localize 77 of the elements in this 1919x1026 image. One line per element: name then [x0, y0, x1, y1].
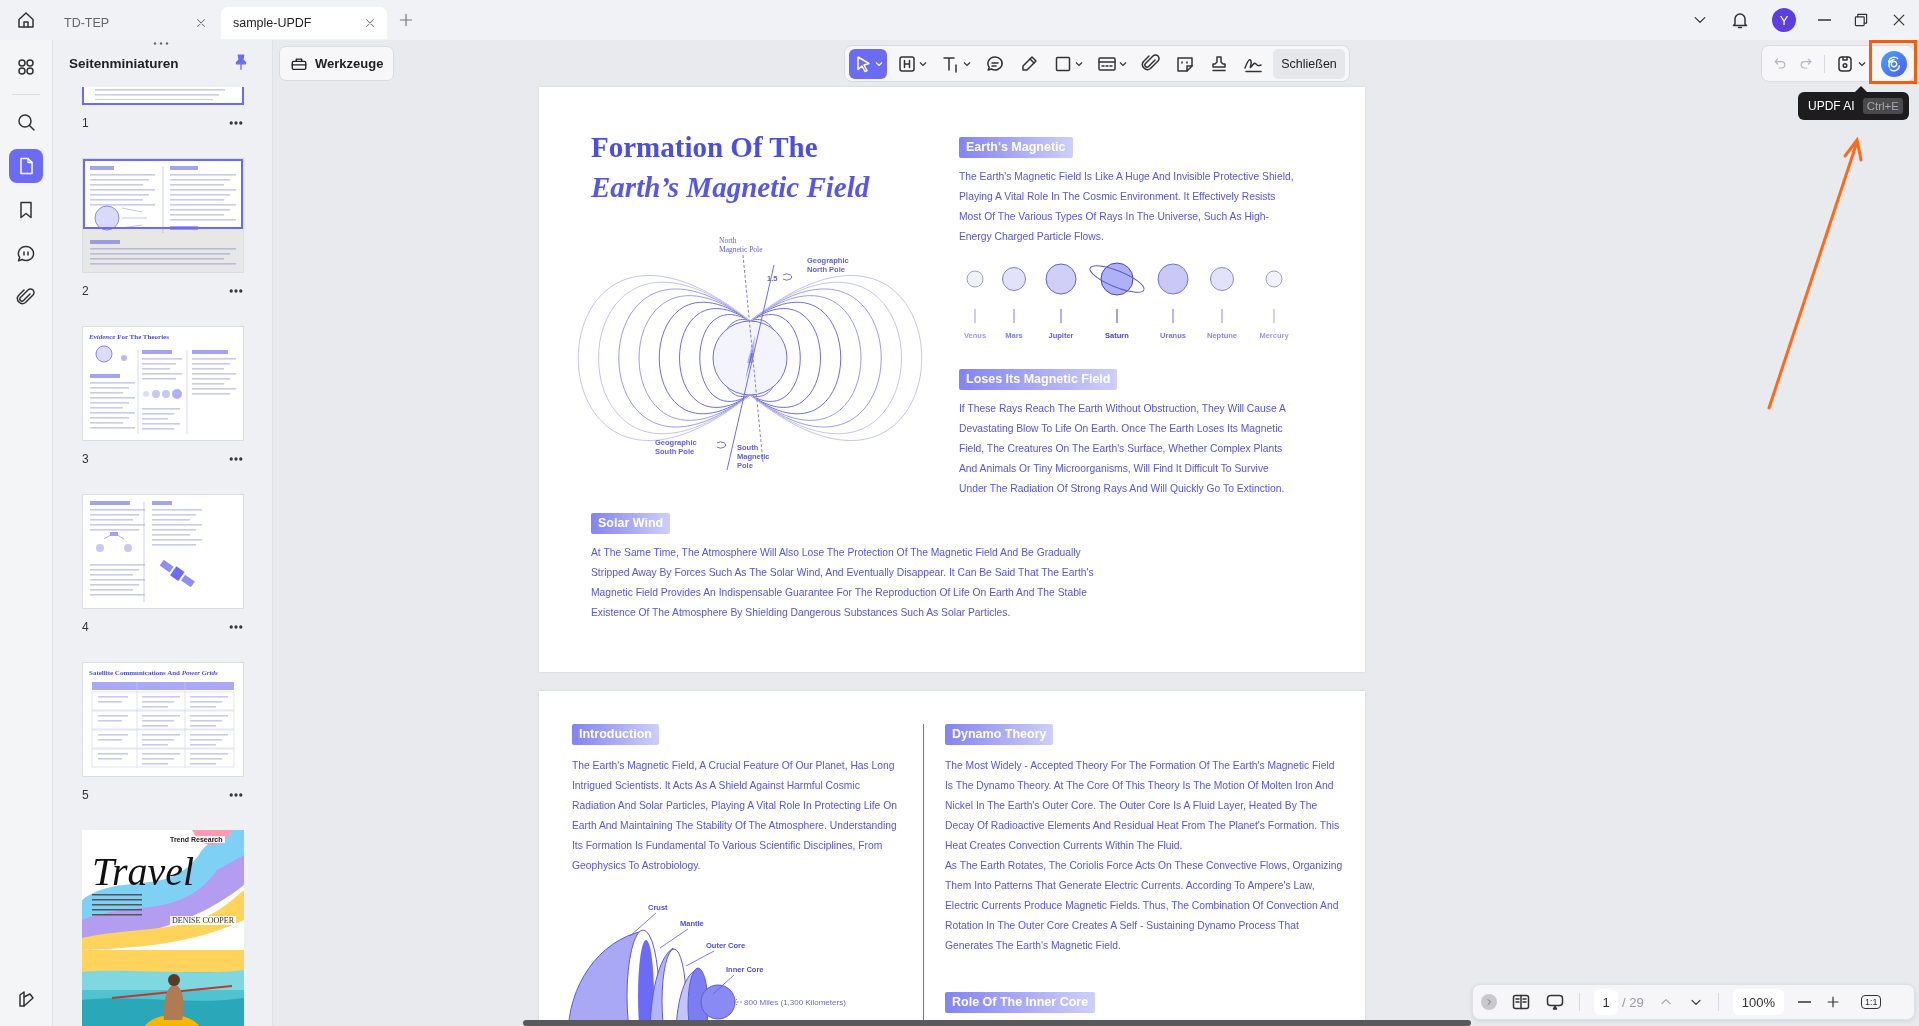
- search-icon: [16, 112, 36, 132]
- book-icon: [1511, 992, 1531, 1012]
- caret-icon: [1075, 60, 1084, 67]
- page-title: Formation Of The: [591, 130, 819, 165]
- slideshow-icon: [1545, 992, 1565, 1012]
- text-box-icon: [897, 53, 918, 74]
- caret-icon: [963, 60, 972, 67]
- comment-icon: [16, 244, 36, 264]
- plus-icon: [398, 12, 414, 28]
- ai-icon: [1885, 54, 1903, 73]
- paragraph: The Most Widely - Accepted Theory For The Formation Of The Earth's Magnetic Field Is The Dynamo Theory. At The Core Of This Theory Is The Motion Of Molten Iron And Nickel In The Earth's Outer Core. The Outer Core Is A Fluid Layer, Heated By The Decay Of Radioactive Elements And Residual Heat From The Planet's Formation. This Heat Creates Convection Currents Within The Fluid.: [945, 759, 1341, 853]
- section-heading: Introduction: [572, 724, 659, 745]
- leader-line: [659, 928, 689, 949]
- page-count: / 29: [1622, 994, 1644, 1010]
- paragraph: The Earth's Magnetic Field, A Crucial Feature Of Our Planet, Has Long Intrigued Scientists. It Acts As A Shield Against Harmful Cosmic Radiation And Solar Particles, Playing A Vital Role In Protecting Life On Earth And Maintaining The Stability Of The Atmosphere. Understanding Its Formation Is Fundamental To Various Scientific Disciplines, From Geophysics To Astrobiology.: [572, 759, 898, 873]
- bell-icon: [1730, 10, 1750, 30]
- restore-icon: [1853, 12, 1869, 28]
- home-icon: [16, 10, 36, 30]
- section-heading: Loses Its Magnetic Field: [959, 369, 1118, 390]
- page-number: 1: [82, 116, 89, 130]
- restore-button[interactable]: [1853, 12, 1869, 28]
- close-tab-button[interactable]: [194, 16, 208, 30]
- grip-icon[interactable]: [153, 41, 169, 46]
- close-tab-button[interactable]: [363, 16, 377, 30]
- actual-size-button[interactable]: 1:1: [1860, 995, 1882, 1009]
- close-icon: [363, 16, 377, 30]
- slideshow-button[interactable]: [1545, 992, 1565, 1012]
- shortcut-key: Ctrl+E: [1862, 98, 1903, 114]
- minus-icon: [1797, 1001, 1811, 1003]
- section-heading: Earth's Magnetic: [959, 137, 1073, 158]
- caret-icon: [875, 60, 884, 67]
- scrollbar[interactable]: [523, 1020, 1471, 1026]
- tooltip-label: UPDF AI: [1808, 99, 1855, 113]
- avatar[interactable]: Y: [1772, 8, 1796, 32]
- paragraph: As The Earth Rotates, The Coriolis Force Acts On These Convective Flows, Organizing Them Into Patterns That Generate Electric Currents. According To Ampere's Law, Electric Currents Produce Magnetic Fields. Thus, The Combination Of Convection And Rotation In The Outer Core Creates A Self - Sustaining Dynamo Process That Generates The Earth's Magnetic Field.: [945, 859, 1344, 953]
- page-number: 5: [82, 788, 89, 802]
- highlight-frame: [1869, 40, 1917, 84]
- notifications-button[interactable]: [1730, 10, 1750, 30]
- document-tab[interactable]: sample-UPDF: [221, 7, 387, 39]
- paragraph: If These Rays Reach The Earth Without Obstruction, They Will Cause A Devastating Blow To Life On Earth. Once The Earth Loses Its Magnetic Field, The Creatures On The Earth's Surface, Whether Complex Plants And Animals Or Tiny Microorganisms, Will Find It Difficult To Survive Under The Radiation Of Strong Rays And Will Quickly Go To Extinction.: [959, 402, 1287, 496]
- caret-icon: [1858, 60, 1866, 67]
- cover-author: DENISE COOPER: [170, 916, 236, 925]
- paragraph: The Earth's Magnetic Field Is Like A Huge And Invisible Protective Shield, Playing A Vital Role In The Cosmic Environment. It Effectively Resists Most Of The Various Types Of Rays In The Universe, Such As High-Energy Charged Particle Flows.: [959, 170, 1294, 244]
- tab-label: sample-UPDF: [233, 16, 312, 30]
- minimize-icon: [1818, 19, 1831, 21]
- save-icon: [1835, 53, 1855, 74]
- viewport-frame[interactable]: [83, 159, 243, 230]
- page-subtitle: Earth’s Magnetic Field: [591, 170, 871, 205]
- close-button[interactable]: Schließen: [1273, 48, 1345, 79]
- paragraph: At The Same Time, The Atmosphere Will Also Lose The Protection Of The Magnetic Field And Be Gradually Stripped Away By Forces Such As The Solar Wind, And Eventually Disappear. It Can Be Said That The Earth's Magnetic Field Provides An Indispensable Guarantee For The Reproduction Of Life On Earth And The Stable Existence Of The Atmosphere By Shielding Dangerous Substances Such As Solar Particles.: [591, 546, 1095, 620]
- layer-label: 800 Miles (1,300 Kilometers): [744, 998, 846, 1007]
- brush-icon: [16, 989, 36, 1009]
- section-heading: Role Of The Inner Core: [945, 992, 1096, 1013]
- leader-line: [685, 950, 715, 967]
- tools-button[interactable]: Werkzeuge: [279, 46, 395, 81]
- reading-mode-button[interactable]: [1511, 992, 1531, 1012]
- close-window-button[interactable]: [1891, 12, 1907, 28]
- section-heading: Solar Wind: [591, 513, 671, 534]
- save-button[interactable]: [1835, 53, 1866, 74]
- pen-icon: [1019, 53, 1040, 74]
- tab-label: TD-TEP: [64, 16, 110, 30]
- close-icon: [194, 16, 208, 30]
- caret-icon: [1119, 60, 1128, 67]
- page-number: 2: [82, 284, 89, 298]
- grid-icon: [16, 57, 36, 77]
- page-field[interactable]: 1: [1594, 989, 1618, 1015]
- chevron-right-icon: [1484, 997, 1494, 1007]
- close-icon: [1891, 12, 1907, 28]
- comment-icon: [985, 53, 1006, 74]
- cover-title: Travel: [92, 852, 195, 892]
- panel-title: Seitenminiaturen: [69, 56, 179, 71]
- caret-icon: [919, 60, 928, 67]
- page-number: 3: [82, 452, 89, 466]
- page-number: 4: [82, 620, 89, 634]
- section-heading: Dynamo Theory: [945, 724, 1054, 745]
- document-tab[interactable]: TD-TEP: [52, 7, 218, 39]
- zoom-field[interactable]: 100%: [1732, 989, 1784, 1015]
